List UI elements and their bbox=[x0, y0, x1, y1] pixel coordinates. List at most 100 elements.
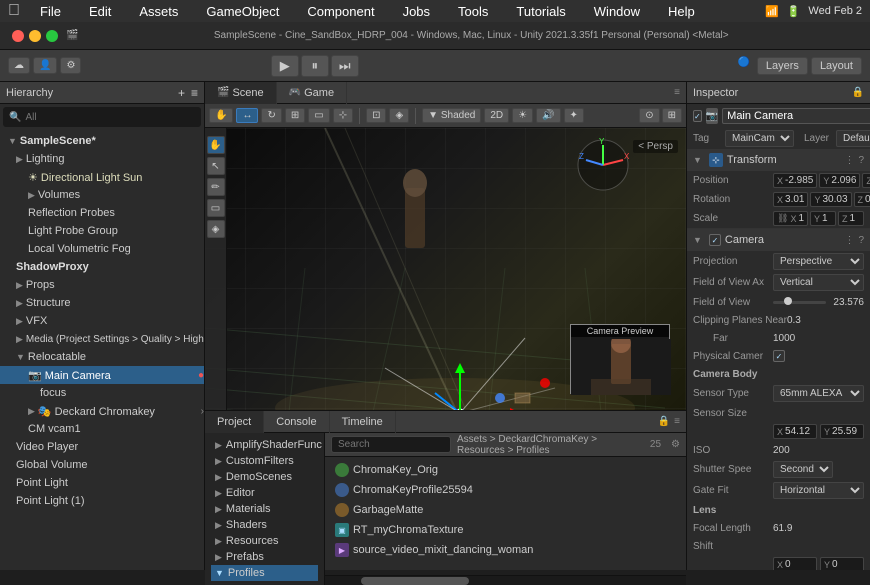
grid-btn[interactable]: ⊞ bbox=[662, 108, 682, 123]
scene-menu-btn[interactable]: ≡ bbox=[674, 87, 680, 98]
menu-help[interactable]: Help bbox=[660, 0, 703, 22]
folder-prefabs[interactable]: ▶ Prefabs bbox=[211, 549, 318, 565]
pivot-btn[interactable]: ⊡ bbox=[366, 108, 386, 123]
rot-x-field[interactable]: X 3.01 bbox=[773, 192, 808, 207]
diamond-tool[interactable]: ◈ bbox=[207, 220, 225, 238]
tool-rotate[interactable]: ↻ bbox=[261, 108, 281, 123]
tree-relocatable[interactable]: ▼ Relocatable bbox=[0, 348, 204, 366]
sensor-x-field[interactable]: X 54.12 bbox=[773, 424, 817, 439]
settings-btn[interactable]: ⚙ bbox=[60, 57, 81, 74]
camera-active-checkbox[interactable] bbox=[709, 234, 721, 246]
tree-vfx[interactable]: ▶ VFX bbox=[0, 312, 204, 330]
fov-axis-select[interactable]: Vertical bbox=[773, 274, 864, 291]
local-btn[interactable]: ◈ bbox=[389, 108, 409, 123]
layer-select[interactable]: Default bbox=[836, 130, 870, 147]
physical-camera-checkbox[interactable] bbox=[773, 350, 785, 362]
tab-timeline[interactable]: Timeline bbox=[330, 411, 396, 433]
hand-tool[interactable]: ✋ bbox=[207, 136, 225, 154]
transform-section-header[interactable]: ▼ ⊹ Transform ⋮ ? bbox=[687, 149, 870, 171]
tree-deckard-chromakey[interactable]: ▶ 🎭 Deckard Chromakey › bbox=[0, 402, 204, 420]
tree-lighting[interactable]: ▶ Lighting bbox=[0, 150, 204, 168]
asset-source-video[interactable]: ▶ source_video_mixit_dancing_woman bbox=[331, 541, 680, 559]
shutter-select[interactable]: Second bbox=[773, 461, 833, 478]
pos-x-field[interactable]: X -2.985 bbox=[773, 173, 817, 188]
asset-rt-chroma[interactable]: ▣ RT_myChromaTexture bbox=[331, 521, 680, 539]
rot-z-field[interactable]: Z 0 bbox=[854, 192, 870, 207]
gate-fit-select[interactable]: Horizontal bbox=[773, 482, 864, 499]
bottom-scrollbar-thumb[interactable] bbox=[361, 577, 469, 585]
tool-hand[interactable]: ✋ bbox=[209, 108, 233, 123]
tree-video-player[interactable]: Video Player bbox=[0, 438, 204, 456]
camera-section-header[interactable]: ▼ Camera ⋮ ? bbox=[687, 229, 870, 251]
tree-point-light[interactable]: Point Light bbox=[0, 474, 204, 492]
tree-light-probe-group[interactable]: Light Probe Group bbox=[0, 222, 204, 240]
menu-component[interactable]: Component bbox=[299, 0, 382, 22]
scale-y-field[interactable]: Y 1 bbox=[810, 211, 836, 226]
tree-structure[interactable]: ▶ Structure bbox=[0, 294, 204, 312]
shading-btn[interactable]: ▼ Shaded bbox=[422, 108, 481, 123]
lighting-btn[interactable]: ☀ bbox=[512, 108, 533, 123]
bottom-scrollbar[interactable] bbox=[325, 575, 686, 585]
fov-slider[interactable] bbox=[773, 301, 826, 304]
scale-x-field[interactable]: ⛓ X 1 bbox=[773, 211, 808, 226]
fov-slider-thumb[interactable] bbox=[784, 297, 792, 305]
tree-reflection-probes[interactable]: Reflection Probes bbox=[0, 204, 204, 222]
tree-cm-vcam1[interactable]: CM vcam1 bbox=[0, 420, 204, 438]
tree-shadow-proxy[interactable]: ShadowProxy bbox=[0, 258, 204, 276]
tool-transform[interactable]: ⊹ bbox=[333, 108, 353, 123]
tab-scene[interactable]: 🎬 Scene bbox=[205, 82, 277, 104]
hierarchy-add-btn[interactable]: + bbox=[178, 86, 185, 100]
folder-amplify[interactable]: ▶ AmplifyShaderFunc bbox=[211, 437, 318, 453]
folder-materials[interactable]: ▶ Materials bbox=[211, 501, 318, 517]
tab-project[interactable]: Project bbox=[205, 411, 264, 433]
play-button[interactable]: ▶ bbox=[271, 55, 299, 77]
persp-label[interactable]: < Persp bbox=[633, 140, 678, 153]
asset-chromakey-orig[interactable]: ChromaKey_Orig bbox=[331, 461, 680, 479]
transform-info-btn[interactable]: ? bbox=[858, 155, 864, 166]
menu-assets[interactable]: Assets bbox=[131, 0, 186, 22]
brush-tool[interactable]: ✏ bbox=[207, 178, 225, 196]
folder-profiles[interactable]: ▼ Profiles bbox=[211, 565, 318, 581]
camera-menu-btn[interactable]: ⋮ bbox=[844, 235, 854, 246]
tag-select[interactable]: MainCam bbox=[725, 130, 794, 147]
tool-move[interactable]: ↔ bbox=[236, 108, 258, 123]
folder-editor[interactable]: ▶ Editor bbox=[211, 485, 318, 501]
menu-window[interactable]: Window bbox=[586, 0, 648, 22]
layers-dropdown[interactable]: Layers bbox=[757, 57, 808, 75]
tree-volumes[interactable]: ▶ Volumes bbox=[0, 186, 204, 204]
pointer-tool[interactable]: ↖ bbox=[207, 157, 225, 175]
account-btn[interactable]: 👤 bbox=[33, 57, 57, 74]
menu-jobs[interactable]: Jobs bbox=[395, 0, 438, 22]
folder-demoscenes[interactable]: ▶ DemoScenes bbox=[211, 469, 318, 485]
scene-viewport[interactable]: ✋ ↖ ✏ ▭ ◈ X Y Z bbox=[205, 128, 686, 410]
tab-game[interactable]: 🎮 Game bbox=[277, 82, 347, 104]
2d-btn[interactable]: 2D bbox=[484, 108, 509, 123]
bottom-menu-btn[interactable]: ≡ bbox=[674, 416, 680, 427]
bottom-lock-icon[interactable]: 🔒 bbox=[658, 416, 670, 427]
folder-shaders[interactable]: ▶ Shaders bbox=[211, 517, 318, 533]
menu-tools[interactable]: Tools bbox=[450, 0, 496, 22]
tree-media[interactable]: ▶ Media (Project Settings > Quality > Hi… bbox=[0, 330, 204, 348]
audio-btn[interactable]: 🔊 bbox=[536, 108, 560, 123]
minimize-button[interactable] bbox=[29, 30, 41, 42]
perspective-gizmo[interactable]: X Y Z bbox=[576, 138, 631, 193]
menu-tutorials[interactable]: Tutorials bbox=[508, 0, 573, 22]
menu-file[interactable]: File bbox=[32, 0, 69, 22]
asset-chromakey-profile[interactable]: ChromaKeyProfile25594 bbox=[331, 481, 680, 499]
tree-props[interactable]: ▶ Props bbox=[0, 276, 204, 294]
folder-customfilters[interactable]: ▶ CustomFilters bbox=[211, 453, 318, 469]
box-tool[interactable]: ▭ bbox=[207, 199, 225, 217]
object-name-input[interactable] bbox=[722, 108, 870, 124]
sensor-y-field[interactable]: Y 25.59 bbox=[820, 424, 864, 439]
projection-select[interactable]: Perspective bbox=[773, 253, 864, 270]
gizmo-btn[interactable]: ⊙ bbox=[639, 108, 659, 123]
close-button[interactable] bbox=[12, 30, 24, 42]
tree-global-volume[interactable]: Global Volume bbox=[0, 456, 204, 474]
tree-point-light-1[interactable]: Point Light (1) bbox=[0, 492, 204, 510]
tree-focus[interactable]: focus bbox=[0, 384, 204, 402]
maximize-button[interactable] bbox=[46, 30, 58, 42]
sensor-type-select[interactable]: 65mm ALEXA bbox=[773, 385, 864, 402]
object-active-checkbox[interactable] bbox=[693, 110, 702, 122]
menu-gameobject[interactable]: GameObject bbox=[198, 0, 287, 22]
tree-main-camera[interactable]: 📷 Main Camera ● bbox=[0, 366, 204, 384]
